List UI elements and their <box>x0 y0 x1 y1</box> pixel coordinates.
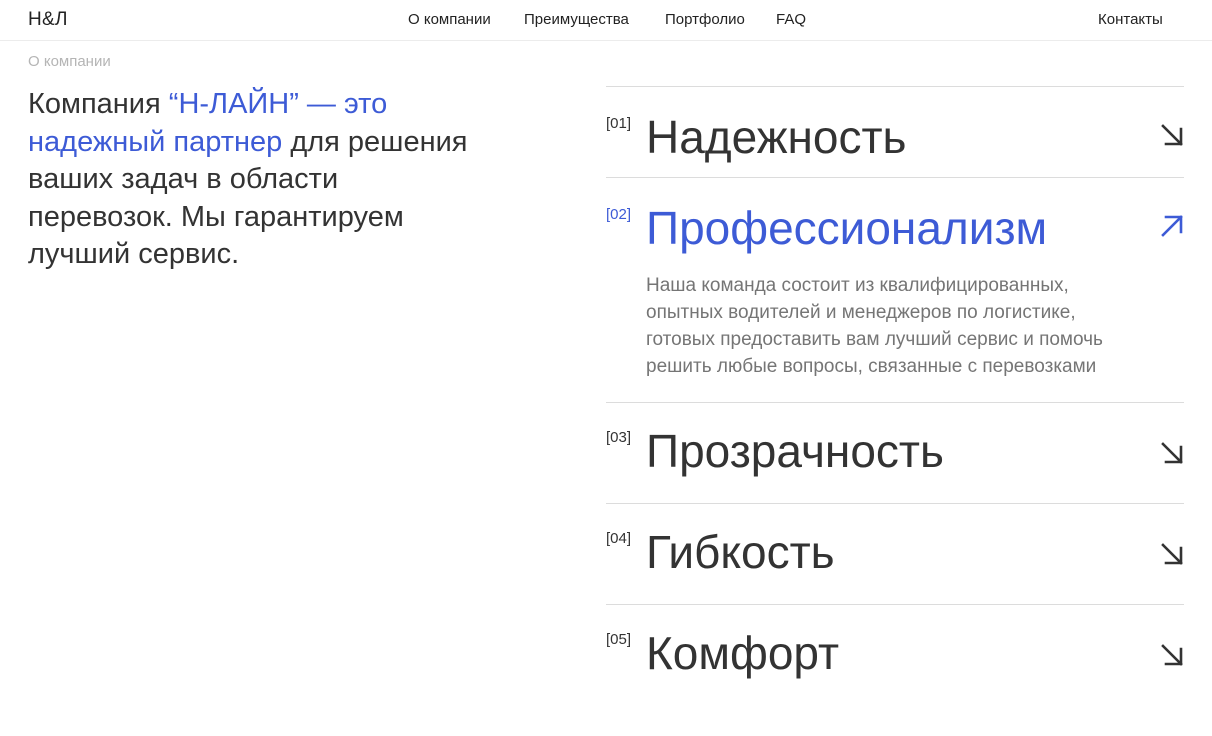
accordion-header-transparency[interactable]: [03] Прозрачность <box>606 403 1184 503</box>
accordion-number: [02] <box>606 206 632 223</box>
arrow-down-right-icon[interactable] <box>1160 123 1184 147</box>
nav-link-about[interactable]: О компании <box>408 11 491 28</box>
accordion-number: [01] <box>606 115 632 132</box>
accordion-title: Профессионализм <box>646 202 1048 254</box>
accordion-item-flexibility: [04] Гибкость <box>606 503 1184 604</box>
accordion-header-flexibility[interactable]: [04] Гибкость <box>606 504 1184 604</box>
accordion-title: Гибкость <box>646 526 835 578</box>
intro-text: Компания “Н-ЛАЙН” — это надежный партнер… <box>28 86 488 274</box>
nav-link-contacts[interactable]: Контакты <box>1098 11 1163 28</box>
accordion-title: Прозрачность <box>646 425 944 477</box>
arrow-down-right-icon[interactable] <box>1160 441 1184 465</box>
accordion-number: [04] <box>606 530 632 547</box>
nav-link-faq[interactable]: FAQ <box>776 11 806 28</box>
accordion-header-comfort[interactable]: [05] Комфорт <box>606 605 1184 705</box>
accordion-item-comfort: [05] Комфорт <box>606 604 1184 705</box>
accordion-header-reliability[interactable]: [01] Надежность <box>606 87 1184 177</box>
breadcrumb: О компании <box>28 53 111 70</box>
arrow-up-right-icon[interactable] <box>1160 214 1184 238</box>
nav-link-advantages[interactable]: Преимущества <box>524 11 629 28</box>
accordion-title: Комфорт <box>646 627 840 679</box>
nav-link-portfolio[interactable]: Портфолио <box>665 11 745 28</box>
accordion-item-professionalism: [02] Профессионализм Наша команда состои… <box>606 177 1184 402</box>
logo[interactable]: Н&Л <box>28 9 68 31</box>
arrow-down-right-icon[interactable] <box>1160 542 1184 566</box>
accordion-title: Надежность <box>646 111 907 163</box>
accordion-number: [05] <box>606 631 632 648</box>
arrow-down-right-icon[interactable] <box>1160 643 1184 667</box>
accordion-body: Наша команда состоит из квалифицированны… <box>646 275 1103 377</box>
site-header: Н&Л О компании Преимущества Портфолио FA… <box>0 0 1212 41</box>
accordion-item-transparency: [03] Прозрачность <box>606 402 1184 503</box>
accordion-header-professionalism[interactable]: [02] Профессионализм <box>606 178 1184 268</box>
intro-part1: Компания <box>28 88 169 120</box>
accordion-number: [03] <box>606 429 632 446</box>
accordion-item-reliability: [01] Надежность <box>606 86 1184 177</box>
advantages-accordion: [01] Надежность [02] Профессионализм Наш… <box>606 86 1184 705</box>
